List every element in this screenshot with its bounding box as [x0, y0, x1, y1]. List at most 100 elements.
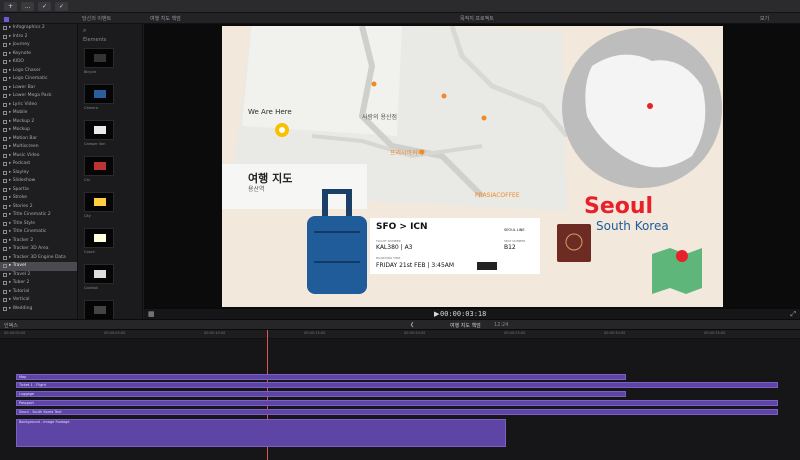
sidebar-item-label: ▸ Title Cinematic 2 [9, 212, 51, 217]
sidebar-item[interactable]: ▸ Slideshow [0, 177, 77, 186]
ticket-route: SFO > ICN [376, 222, 428, 232]
timeline-area[interactable]: Map Ticket 1 - Flight Luggage Passport Seoul… [0, 330, 800, 460]
sidebar-item[interactable]: ▸ Logo Chaser [0, 67, 77, 76]
ruler-tick: 00:00:00:00 [4, 331, 26, 335]
thumbnail-art [94, 90, 106, 98]
element-thumbnail[interactable] [84, 300, 114, 319]
sidebar-item-label: ▸ Journey [9, 42, 30, 47]
timeline-clip[interactable]: Background - Image Footage [16, 419, 506, 447]
thumbnail-art [94, 270, 106, 278]
sidebar-item[interactable]: ▸ Mobile [0, 109, 77, 118]
timeline-project: 여행 지도 책엄 [450, 323, 481, 329]
timeline-clip[interactable]: Map [16, 374, 626, 380]
sidebar-item[interactable]: ▸ Travel [0, 262, 77, 271]
generators-icon[interactable] [4, 17, 9, 22]
viewer-title[interactable]: 목적지 프로젝트 [460, 15, 494, 22]
folder-icon [3, 153, 7, 158]
sidebar-item[interactable]: ▸ Logo Cinematic [0, 75, 77, 84]
background-tasks-button[interactable]: ✓ [38, 1, 51, 11]
element-label: City [84, 214, 91, 218]
element-thumbnail[interactable] [84, 120, 114, 140]
map-label-prasia: 프리시아커피 [390, 150, 424, 157]
timeline-clip[interactable]: Ticket 1 - Flight [16, 382, 778, 388]
sidebar-item[interactable]: ▸ Stroke [0, 194, 77, 203]
sidebar-item[interactable]: ▸ Title Style [0, 220, 77, 229]
folder-icon [3, 255, 7, 260]
barcode [477, 262, 497, 270]
play-icon[interactable]: ▶ [434, 310, 439, 318]
sidebar-item[interactable]: ▸ Mockup 2 [0, 118, 77, 127]
folder-icon [3, 238, 7, 243]
sidebar-item[interactable]: ▸ KIDO [0, 58, 77, 67]
map-pin-icon [676, 250, 688, 262]
view-options-icon[interactable]: ▦ [148, 310, 155, 318]
sidebar-item-label: ▸ Infographics 2 [9, 25, 45, 30]
sidebar-item[interactable]: ▸ Tracker 2 [0, 237, 77, 246]
ticket-seat2: SEOUL LINE [504, 228, 525, 232]
folder-icon [3, 94, 7, 99]
suitcase-icon [307, 216, 367, 294]
element-thumbnail[interactable] [84, 228, 114, 248]
index-button[interactable]: 인덱스 [4, 322, 18, 329]
view-menu[interactable]: 보기 [760, 15, 769, 22]
sidebar-item[interactable]: ▸ Sportia [0, 186, 77, 195]
element-thumbnail[interactable] [84, 192, 114, 212]
sidebar-item[interactable]: ▸ Tracker 3D Area [0, 245, 77, 254]
fullscreen-icon[interactable]: ⤢ [790, 310, 796, 319]
folder-icon [3, 247, 7, 252]
sidebar-item-label: ▸ Intro 2 [9, 33, 28, 39]
viewer-canvas[interactable]: We Are Here 여행 지도 용산역 PRASIACOFFEE 사랑의 용… [222, 26, 723, 307]
sidebar-item[interactable]: ▸ Wedding [0, 305, 77, 314]
folder-icon [3, 145, 7, 150]
sidebar-item[interactable]: ▸ Lower Mega Pack [0, 92, 77, 101]
sidebar-item[interactable]: ▸ Title Cinematic 2 [0, 211, 77, 220]
sidebar-item[interactable]: ▸ Lyric Video [0, 101, 77, 110]
import-button[interactable]: + [4, 1, 17, 11]
sidebar-item-label: ▸ Logo Chaser [9, 67, 41, 73]
thumbnail-art [94, 54, 106, 62]
search-icon[interactable]: ⌕ [83, 27, 86, 35]
sidebar-item[interactable]: ▸ Multiscreen [0, 143, 77, 152]
sidebar-item-label: ▸ Mockup [9, 127, 30, 132]
sidebar-item[interactable]: ▸ Vertical [0, 296, 77, 305]
timeline-clip[interactable]: Seoul - South Korea Text [16, 409, 778, 415]
ruler-tick: 00:00:10:00 [204, 331, 226, 335]
sidebar-item[interactable]: ▸ Tutorial [0, 288, 77, 297]
element-thumbnail[interactable] [84, 84, 114, 104]
timeline-ruler[interactable]: 00:00:00:00 00:00:05:00 00:00:10:00 00:00:1… [0, 330, 800, 339]
timeline-clip[interactable]: Luggage [16, 391, 626, 397]
travel-scene [222, 26, 722, 294]
sidebar-item[interactable]: ▸ Tracker 3D Engine Data [0, 254, 77, 263]
sidebar-item[interactable]: ▸ Music Video [0, 152, 77, 161]
keywords-button[interactable]: … [21, 1, 34, 11]
element-thumbnail[interactable] [84, 156, 114, 176]
sidebar-item-label: ▸ Tutorial [9, 288, 30, 294]
sidebar-item[interactable]: ▸ Motion Bar [0, 135, 77, 144]
element-thumbnail[interactable] [84, 48, 114, 68]
sidebar-item[interactable]: ▸ Tuber 2 [0, 279, 77, 288]
sidebar-item[interactable]: ▸ Slayley [0, 169, 77, 178]
element-thumbnail[interactable] [84, 264, 114, 284]
timecode-display: 00:00:03:18 [440, 310, 487, 318]
library-title[interactable]: 당신의 이벤트 [82, 15, 111, 22]
sidebar-item-label: ▸ Travel [9, 263, 27, 268]
suitcase-stripe [314, 261, 360, 263]
sidebar-item[interactable]: ▸ Podcast [0, 160, 77, 169]
sidebar-item-label: ▸ Sportia [9, 186, 29, 192]
sidebar-item[interactable]: ▸ Keynote [0, 50, 77, 59]
timeline-clip[interactable]: Passport [16, 400, 778, 406]
sidebar-item[interactable]: ▸ Travel 2 [0, 271, 77, 280]
sidebar-item[interactable]: ▸ Mockup [0, 126, 77, 135]
sidebar-item[interactable]: ▸ Stories 2 [0, 203, 77, 212]
map-label-here: We Are Here [248, 108, 292, 116]
sidebar-item[interactable]: ▸ Infographics 2 [0, 24, 77, 33]
sidebar-item[interactable]: ▸ Intro 2 [0, 33, 77, 42]
sidebar-item[interactable]: ▸ Title Cinematic [0, 228, 77, 237]
sidebar-item[interactable]: ▸ Lower Bar [0, 84, 77, 93]
sidebar-item-label: ▸ KIDO [9, 59, 24, 64]
sidebar-item-label: ▸ Slayley [9, 169, 29, 175]
share-button[interactable]: ✓ [55, 1, 68, 11]
timeline-nav-icon[interactable]: ❮ [410, 322, 414, 328]
folder-icon [3, 196, 7, 201]
sidebar-item[interactable]: ▸ Journey [0, 41, 77, 50]
